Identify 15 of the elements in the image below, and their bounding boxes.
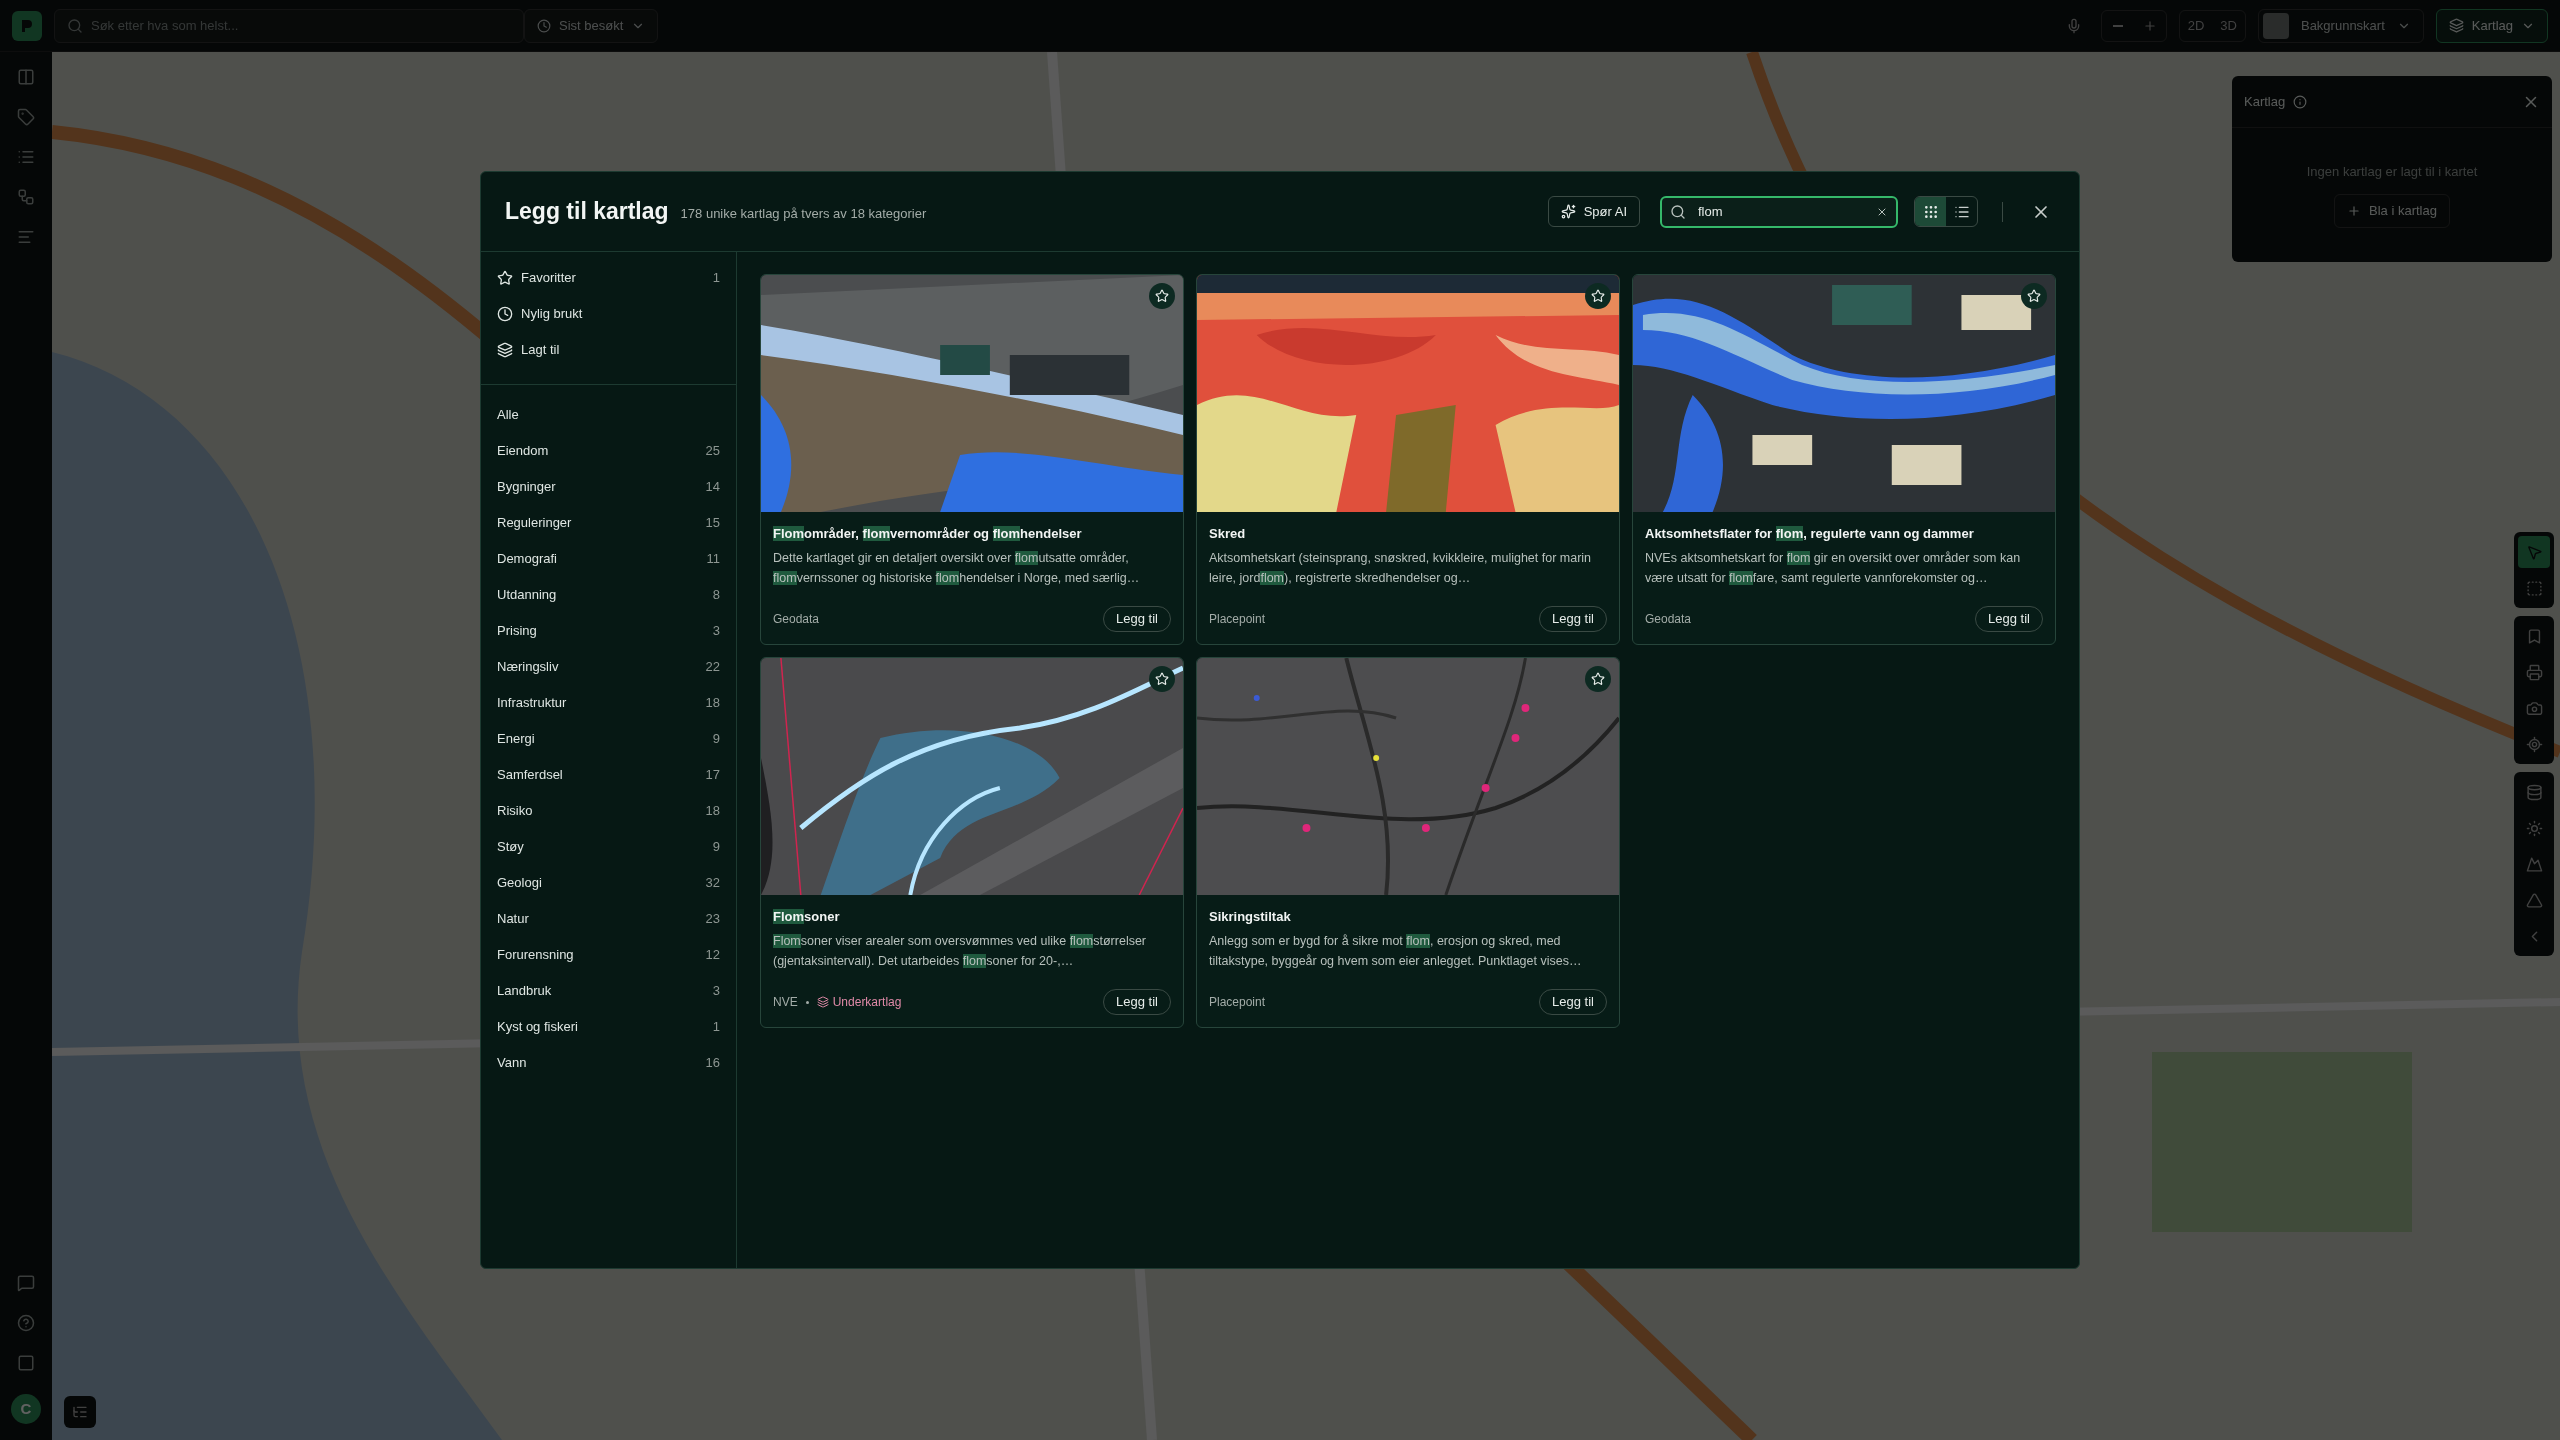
lines-icon[interactable] [17, 228, 35, 246]
search-icon [67, 17, 83, 34]
layers-icon [2448, 18, 2464, 33]
clock-icon [537, 18, 551, 33]
basemap-thumbnail [2262, 12, 2289, 39]
plus-icon [2142, 18, 2157, 33]
tag-icon[interactable] [17, 108, 35, 126]
list-icon[interactable] [17, 148, 35, 166]
columns-icon[interactable] [17, 68, 35, 86]
logo-icon[interactable] [12, 10, 42, 41]
nodes-icon[interactable] [17, 188, 35, 206]
minus-icon [2112, 24, 2123, 27]
help-icon[interactable] [17, 1314, 35, 1332]
chat-icon[interactable] [17, 1274, 35, 1292]
square-icon[interactable] [17, 1354, 35, 1372]
